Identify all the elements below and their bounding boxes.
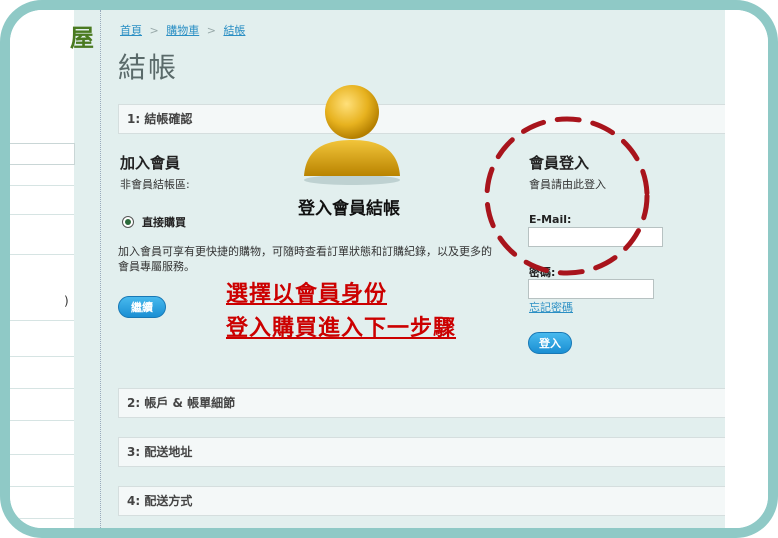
- member-checkout-caption: 登入會員結帳: [298, 199, 400, 219]
- radio-label: 直接購買: [142, 216, 186, 229]
- left-divider: [10, 518, 74, 519]
- forgot-password-link[interactable]: 忘記密碼: [529, 299, 573, 315]
- dotted-guide: [100, 10, 101, 528]
- breadcrumb-checkout-link[interactable]: 結帳: [223, 24, 245, 37]
- section-shipping-address[interactable]: 3: 配送地址: [118, 437, 725, 467]
- member-avatar-icon: [304, 85, 400, 185]
- join-description: 加入會員可享有更快捷的購物，可隨時查看訂單狀態和訂購紀錄，以及更多的會員專屬服務…: [118, 245, 492, 273]
- left-divider: [10, 420, 74, 421]
- left-divider: [10, 388, 74, 389]
- left-sidebar-fragment: ): [10, 10, 75, 528]
- join-subheading: 非會員結帳區:: [120, 178, 190, 191]
- breadcrumb-home-link[interactable]: 首頁: [120, 24, 142, 37]
- section-next-fragment[interactable]: [118, 534, 725, 538]
- right-margin: [725, 10, 768, 528]
- join-heading: 加入會員: [120, 154, 181, 172]
- left-divider: [10, 214, 74, 215]
- left-text-fragment: ): [64, 294, 69, 308]
- breadcrumb-separator: >: [149, 24, 159, 37]
- screenshot-frame: ) 屋 首頁 > 購物車 > 結帳 結帳 1: 結帳確認 加入會員 非會員結帳區…: [0, 0, 778, 538]
- highlight-circle: [484, 116, 650, 276]
- password-field[interactable]: [528, 279, 654, 299]
- left-input-fragment[interactable]: [10, 143, 75, 165]
- left-divider: [10, 185, 74, 186]
- breadcrumb-cart-link[interactable]: 購物車: [166, 24, 199, 37]
- left-divider: [10, 486, 74, 487]
- radio-selected-icon[interactable]: [122, 216, 134, 228]
- annotation-line-2: 登入購買進入下一步驟: [226, 316, 457, 341]
- login-button[interactable]: 登入: [528, 332, 572, 354]
- section-account-billing[interactable]: 2: 帳戶 & 帳單細節: [118, 388, 725, 418]
- site-logo[interactable]: 屋: [70, 18, 94, 53]
- direct-purchase-option[interactable]: 直接購買: [122, 214, 186, 230]
- breadcrumb-separator: >: [206, 24, 216, 37]
- breadcrumb: 首頁 > 購物車 > 結帳: [120, 22, 245, 38]
- section-shipping-method[interactable]: 4: 配送方式: [118, 486, 725, 516]
- left-divider: [10, 356, 74, 357]
- annotation-line-1: 選擇以會員身份: [226, 282, 388, 307]
- left-divider: [10, 320, 74, 321]
- left-divider: [10, 454, 74, 455]
- continue-button[interactable]: 繼續: [118, 296, 166, 318]
- page-title: 結帳: [118, 51, 179, 84]
- left-divider: [10, 254, 74, 255]
